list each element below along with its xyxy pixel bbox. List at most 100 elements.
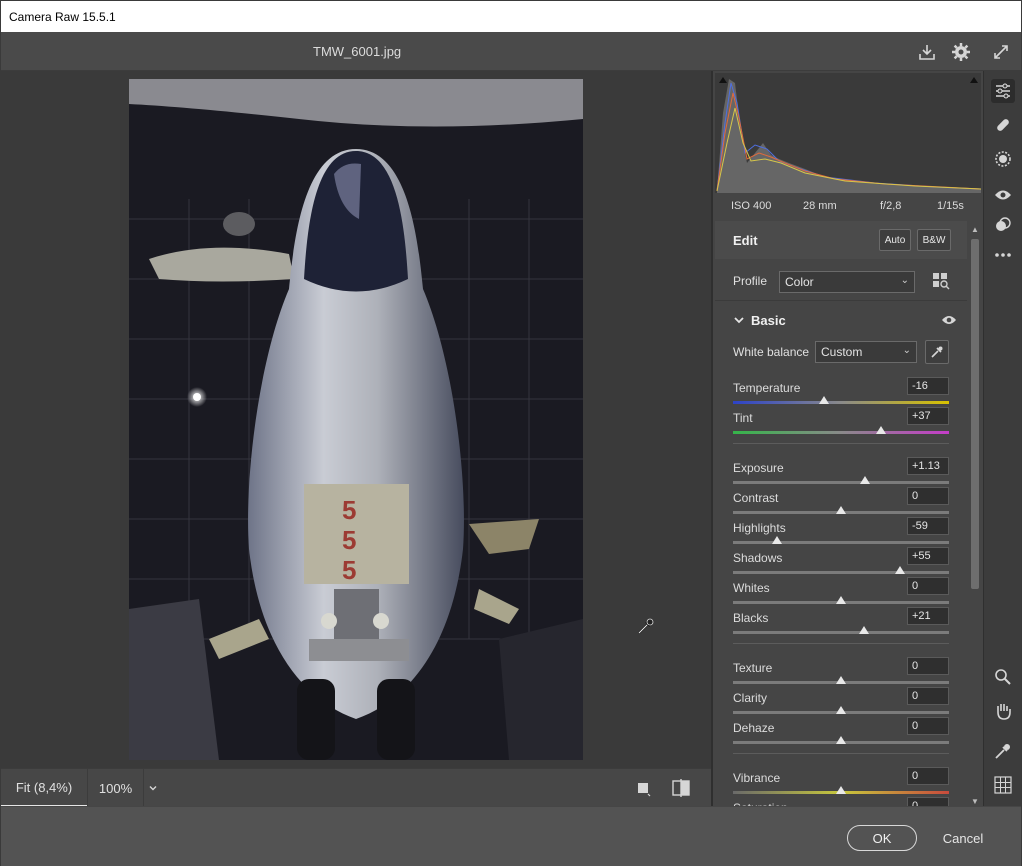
slider-value-input[interactable]: +1.13 bbox=[907, 457, 949, 475]
slider-thumb[interactable] bbox=[836, 706, 846, 714]
slider-label: Contrast bbox=[733, 491, 779, 505]
hand-icon[interactable] bbox=[991, 699, 1015, 723]
white-balance-select[interactable]: Custom ⌄ bbox=[815, 341, 917, 363]
panel-scrollbar[interactable]: ▲ ▼ bbox=[969, 223, 981, 806]
slider-value-input[interactable]: -59 bbox=[907, 517, 949, 535]
svg-text:5: 5 bbox=[342, 495, 356, 525]
camera-raw-window: Camera Raw 15.5.1 TMW_6001.jpg 5 5 5 Fit… bbox=[0, 0, 1022, 866]
chevron-down-icon: ⌄ bbox=[902, 345, 911, 356]
slider-track[interactable] bbox=[733, 431, 949, 434]
grid-icon[interactable] bbox=[991, 773, 1015, 797]
before-after-icon[interactable] bbox=[669, 776, 693, 800]
slider-tint: Tint +37 bbox=[733, 407, 949, 441]
profile-browser-icon[interactable] bbox=[929, 269, 953, 293]
edit-panel: ISO 400 28 mm f/2,8 1/15s Edit Auto B&W … bbox=[711, 71, 983, 806]
slider-label: Dehaze bbox=[733, 721, 775, 735]
section-divider bbox=[733, 643, 949, 644]
dialog-footer: OK Cancel bbox=[1, 806, 1021, 866]
zoom-dropdown-chevron-icon[interactable] bbox=[143, 769, 161, 807]
wb-eyedropper-icon[interactable] bbox=[925, 340, 949, 364]
file-name: TMW_6001.jpg bbox=[313, 44, 402, 59]
slider-label: Texture bbox=[733, 661, 773, 675]
slider-thumb[interactable] bbox=[836, 786, 846, 794]
white-balance-label: White balance bbox=[733, 345, 810, 359]
slider-thumb[interactable] bbox=[836, 596, 846, 604]
slider-label: Temperature bbox=[733, 381, 801, 395]
scroll-down-icon[interactable]: ▼ bbox=[969, 795, 981, 806]
slider-value-input[interactable]: 0 bbox=[907, 687, 949, 705]
chevron-down-icon: ⌄ bbox=[900, 275, 909, 286]
more-icon[interactable] bbox=[991, 243, 1015, 267]
zoom-100-button[interactable]: 100% bbox=[87, 769, 143, 807]
exif-aperture: f/2,8 bbox=[880, 200, 902, 212]
slider-value-input[interactable]: +21 bbox=[907, 607, 949, 625]
healing-icon[interactable] bbox=[991, 113, 1015, 137]
zoom-icon[interactable] bbox=[991, 665, 1015, 689]
edit-header: Edit Auto B&W bbox=[715, 221, 967, 259]
exif-info: ISO 400 28 mm f/2,8 1/15s bbox=[713, 193, 983, 219]
mask-icon[interactable] bbox=[991, 147, 1015, 171]
section-divider bbox=[733, 443, 949, 444]
slider-thumb[interactable] bbox=[772, 536, 783, 544]
profile-label: Profile bbox=[733, 274, 768, 288]
slider-track[interactable] bbox=[733, 481, 949, 484]
slider-label: Highlights bbox=[733, 521, 786, 535]
chevron-down-icon[interactable] bbox=[733, 313, 745, 331]
slider-label: Tint bbox=[733, 411, 753, 425]
scroll-up-icon[interactable]: ▲ bbox=[969, 223, 981, 235]
slider-thumb[interactable] bbox=[859, 476, 870, 484]
slider-value-input[interactable]: 0 bbox=[907, 657, 949, 675]
bw-button[interactable]: B&W bbox=[917, 229, 951, 251]
slider-thumb[interactable] bbox=[875, 426, 886, 434]
sliders-icon[interactable] bbox=[991, 79, 1015, 103]
slider-label: Clarity bbox=[733, 691, 768, 705]
slider-value-input[interactable]: 0 bbox=[907, 797, 949, 806]
slider-track[interactable] bbox=[733, 541, 949, 544]
slider-thumb[interactable] bbox=[895, 566, 906, 574]
slider-blacks: Blacks +21 bbox=[733, 607, 949, 641]
zoom-fit-button[interactable]: Fit (8,4%) bbox=[1, 769, 87, 807]
profile-row: Profile Color ⌄ bbox=[715, 261, 967, 301]
svg-text:5: 5 bbox=[342, 555, 356, 585]
slider-thumb[interactable] bbox=[836, 676, 846, 684]
edit-title: Edit bbox=[733, 233, 758, 248]
scroll-thumb[interactable] bbox=[971, 239, 979, 589]
download-icon[interactable] bbox=[915, 40, 939, 64]
slider-value-input[interactable]: 0 bbox=[907, 487, 949, 505]
slider-value-input[interactable]: 0 bbox=[907, 577, 949, 595]
svg-text:5: 5 bbox=[342, 525, 356, 555]
slider-value-input[interactable]: 0 bbox=[907, 717, 949, 735]
ok-button[interactable]: OK bbox=[847, 825, 917, 851]
profile-select[interactable]: Color ⌄ bbox=[779, 271, 915, 293]
redeye-icon[interactable] bbox=[991, 183, 1015, 207]
exif-shutter: 1/15s bbox=[937, 200, 964, 212]
visibility-eye-icon[interactable] bbox=[941, 313, 957, 331]
histogram bbox=[715, 73, 982, 193]
slider-thumb[interactable] bbox=[836, 506, 846, 514]
photo-preview[interactable]: 5 5 5 bbox=[129, 79, 583, 760]
eyedropper-icon[interactable] bbox=[991, 739, 1015, 763]
window-titlebar: Camera Raw 15.5.1 bbox=[1, 1, 1021, 32]
slider-track[interactable] bbox=[733, 571, 949, 574]
slider-value-input[interactable]: 0 bbox=[907, 767, 949, 785]
slider-thumb[interactable] bbox=[858, 626, 869, 634]
cancel-button[interactable]: Cancel bbox=[937, 825, 989, 851]
slider-track[interactable] bbox=[733, 631, 949, 634]
basic-section-header[interactable]: Basic bbox=[715, 305, 967, 335]
single-view-icon[interactable] bbox=[631, 776, 655, 800]
image-canvas[interactable]: 5 5 5 bbox=[1, 71, 711, 768]
auto-button[interactable]: Auto bbox=[879, 229, 911, 251]
slider-thumb[interactable] bbox=[836, 736, 846, 744]
exif-iso: ISO 400 bbox=[731, 200, 772, 212]
slider-track[interactable] bbox=[733, 401, 949, 404]
presets-icon[interactable] bbox=[991, 213, 1015, 237]
slider-thumb[interactable] bbox=[818, 396, 829, 404]
eyedropper-cursor-icon bbox=[637, 617, 655, 635]
expand-icon[interactable] bbox=[989, 40, 1013, 64]
slider-label: Exposure bbox=[733, 461, 784, 475]
zoom-bar: Fit (8,4%) 100% bbox=[1, 768, 711, 807]
slider-value-input[interactable]: -16 bbox=[907, 377, 949, 395]
slider-value-input[interactable]: +37 bbox=[907, 407, 949, 425]
slider-value-input[interactable]: +55 bbox=[907, 547, 949, 565]
gear-icon[interactable] bbox=[949, 40, 973, 64]
